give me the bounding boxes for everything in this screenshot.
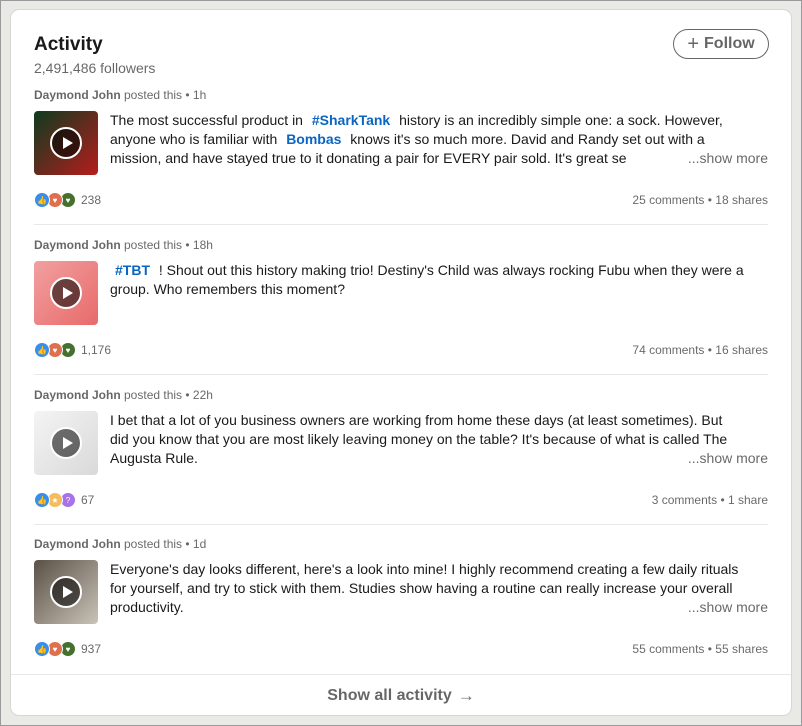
show-more-link[interactable]: ...show more <box>681 449 768 468</box>
followers-count: 2,491,486 followers <box>34 60 156 76</box>
activity-post: Daymond John posted this • 1h The most su… <box>34 88 768 213</box>
post-divider <box>34 224 768 225</box>
video-thumbnail[interactable] <box>34 560 98 624</box>
post-time: 1h <box>192 88 207 102</box>
activity-post: Daymond John posted this • 18h #TBT ! Sho… <box>34 238 768 363</box>
post-text-line: Everyone's day looks different, here's a… <box>110 560 768 579</box>
post-action: posted this • <box>120 388 193 402</box>
post-text-line: productivity. <box>110 598 768 617</box>
comments-shares[interactable]: 25 comments • 18 shares <box>632 193 768 207</box>
hashtag-link[interactable]: #SharkTank <box>307 112 395 128</box>
play-icon <box>50 277 82 309</box>
video-thumbnail[interactable] <box>34 411 98 475</box>
follow-label: Follow <box>704 35 755 52</box>
text-segment: productivity. <box>110 599 184 615</box>
section-title: Activity <box>34 34 103 55</box>
like-reaction-icon: 👍 <box>34 192 50 208</box>
post-text-line: mission, and have stayed true to it dona… <box>110 149 768 168</box>
post-text-line: group. Who remembers this moment? <box>110 280 768 299</box>
like-reaction-icon: 👍 <box>34 641 50 657</box>
page-frame: Activity 2,491,486 followers + Follow Da… <box>0 0 802 726</box>
post-text-line: anyone who is familiar with Bombas knows… <box>110 130 768 149</box>
show-more-link[interactable]: ...show more <box>681 149 768 168</box>
post-text: I bet that a lot of you business owners … <box>110 411 768 468</box>
post-author[interactable]: Daymond John <box>34 88 121 102</box>
reactions[interactable]: 👍 ♥ ♥ 937 <box>34 641 101 657</box>
video-thumbnail[interactable] <box>34 261 98 325</box>
show-all-label: Show all activity <box>327 686 452 704</box>
reaction-count: 67 <box>81 493 95 507</box>
post-time: 1d <box>192 537 207 551</box>
post-meta: Daymond John posted this • 22h <box>34 388 213 402</box>
like-reaction-icon: 👍 <box>34 492 50 508</box>
post-author[interactable]: Daymond John <box>34 388 121 402</box>
text-segment: anyone who is familiar with <box>110 131 282 147</box>
social-counts: 👍 ♥ ♥ 238 25 comments • 18 shares <box>34 192 768 210</box>
post-text-line: I bet that a lot of you business owners … <box>110 411 768 430</box>
activity-post: Daymond John posted this • 1d Everyone's … <box>34 537 768 662</box>
hashtag-link[interactable]: #TBT <box>110 262 155 278</box>
post-text-line: did you know that you are most likely le… <box>110 430 768 449</box>
like-reaction-icon: 👍 <box>34 342 50 358</box>
post-author[interactable]: Daymond John <box>34 537 121 551</box>
reactions[interactable]: 👍 ★? 67 <box>34 492 94 508</box>
activity-post: Daymond John posted this • 22h I bet that… <box>34 388 768 513</box>
post-action: posted this • <box>120 88 193 102</box>
post-divider <box>34 524 768 525</box>
text-segment: did you know that you are most likely le… <box>110 431 728 447</box>
text-segment: for yourself, and try to stick with them… <box>110 580 733 596</box>
post-text-line: Augusta Rule. <box>110 449 768 468</box>
comments-shares[interactable]: 55 comments • 55 shares <box>632 642 768 656</box>
post-text-line: The most successful product in #SharkTan… <box>110 111 768 130</box>
follow-button[interactable]: + Follow <box>673 29 769 59</box>
plus-icon: + <box>687 33 700 55</box>
text-segment: knows it's so much more. David and Randy… <box>346 131 705 147</box>
post-divider <box>34 374 768 375</box>
text-segment: The most successful product in <box>110 112 307 128</box>
social-counts: 👍 ★? 67 3 comments • 1 share <box>34 492 768 510</box>
activity-card: Activity 2,491,486 followers + Follow Da… <box>11 10 791 715</box>
reactions[interactable]: 👍 ♥ ♥ 238 <box>34 192 101 208</box>
post-time: 22h <box>192 388 213 402</box>
arrow-right-icon: → <box>457 685 475 705</box>
play-icon <box>50 127 82 159</box>
social-counts: 👍 ♥ ♥ 1,176 74 comments • 16 shares <box>34 342 768 360</box>
post-meta: Daymond John posted this • 1d <box>34 537 206 551</box>
text-segment: history is an incredibly simple one: a s… <box>395 112 723 128</box>
post-meta: Daymond John posted this • 18h <box>34 238 213 252</box>
post-text: Everyone's day looks different, here's a… <box>110 560 768 617</box>
text-segment: ! Shout out this history making trio! De… <box>155 262 744 278</box>
post-meta: Daymond John posted this • 1h <box>34 88 206 102</box>
text-segment: Everyone's day looks different, here's a… <box>110 561 739 577</box>
text-segment: I bet that a lot of you business owners … <box>110 412 723 428</box>
post-text: The most successful product in #SharkTan… <box>110 111 768 168</box>
post-text-line: #TBT ! Shout out this history making tri… <box>110 261 768 280</box>
post-action: posted this • <box>120 238 193 252</box>
reaction-count: 1,176 <box>81 343 112 357</box>
post-author[interactable]: Daymond John <box>34 238 121 252</box>
comments-shares[interactable]: 74 comments • 16 shares <box>632 343 768 357</box>
text-segment: Augusta Rule. <box>110 450 198 466</box>
show-more-link[interactable]: ...show more <box>681 598 768 617</box>
play-icon <box>50 576 82 608</box>
post-text-line: for yourself, and try to stick with them… <box>110 579 768 598</box>
reaction-count: 937 <box>81 642 102 656</box>
video-thumbnail[interactable] <box>34 111 98 175</box>
reaction-count: 238 <box>81 193 102 207</box>
social-counts: 👍 ♥ ♥ 937 55 comments • 55 shares <box>34 641 768 659</box>
text-segment: mission, and have stayed true to it dona… <box>110 150 627 166</box>
post-time: 18h <box>192 238 213 252</box>
show-all-activity-button[interactable]: Show all activity → <box>11 674 791 715</box>
play-icon <box>50 427 82 459</box>
post-text: #TBT ! Shout out this history making tri… <box>110 261 768 299</box>
post-action: posted this • <box>120 537 193 551</box>
reactions[interactable]: 👍 ♥ ♥ 1,176 <box>34 342 111 358</box>
hashtag-link[interactable]: Bombas <box>281 131 346 147</box>
comments-shares[interactable]: 3 comments • 1 share <box>652 493 768 507</box>
text-segment: group. Who remembers this moment? <box>110 281 345 297</box>
